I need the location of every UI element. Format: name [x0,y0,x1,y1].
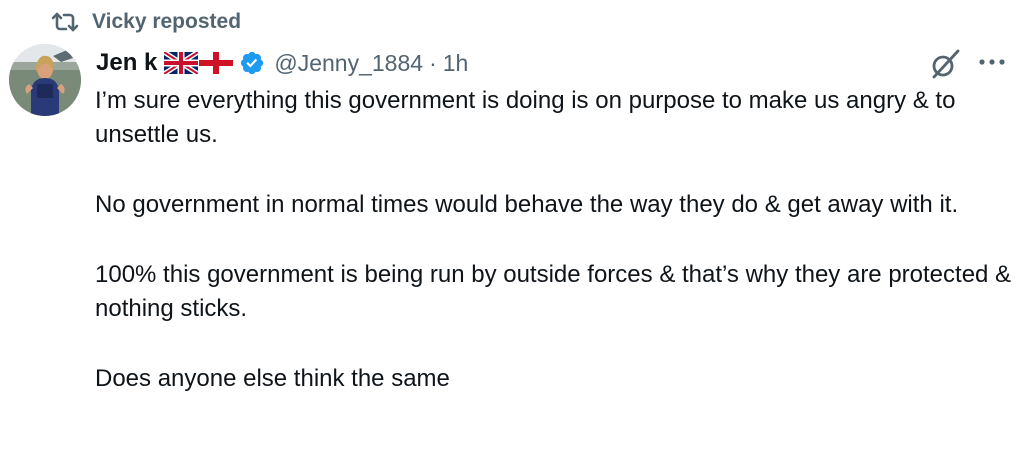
user-handle[interactable]: @Jenny_1884 [274,50,423,77]
tweet-text: I’m sure everything this government is d… [95,84,1020,396]
uk-flag-icon [164,52,199,74]
repost-label: Vicky reposted [92,10,242,33]
tweet-paragraph: No government in normal times would beha… [95,191,959,218]
tweet-header: Jen k @Jenny_1884 · 1h [96,44,468,82]
more-options-icon[interactable] [978,56,1006,68]
repost-icon [51,12,79,32]
avatar-image [9,44,81,116]
avatar[interactable] [9,44,81,116]
grok-icon[interactable] [929,48,961,80]
england-flag-icon [199,52,234,74]
repost-indicator[interactable]: Vicky reposted [50,8,241,36]
tweet-paragraph: I’m sure everything this government is d… [95,87,956,148]
display-name[interactable]: Jen k [96,49,157,77]
verified-badge-icon[interactable] [239,50,265,76]
tweet-paragraph: Does anyone else think the same [95,365,450,392]
timestamp[interactable]: 1h [443,50,469,77]
separator-dot: · [429,49,437,76]
flag-emojis [164,52,234,74]
tweet-paragraph: 100% this government is being run by out… [95,261,1012,322]
